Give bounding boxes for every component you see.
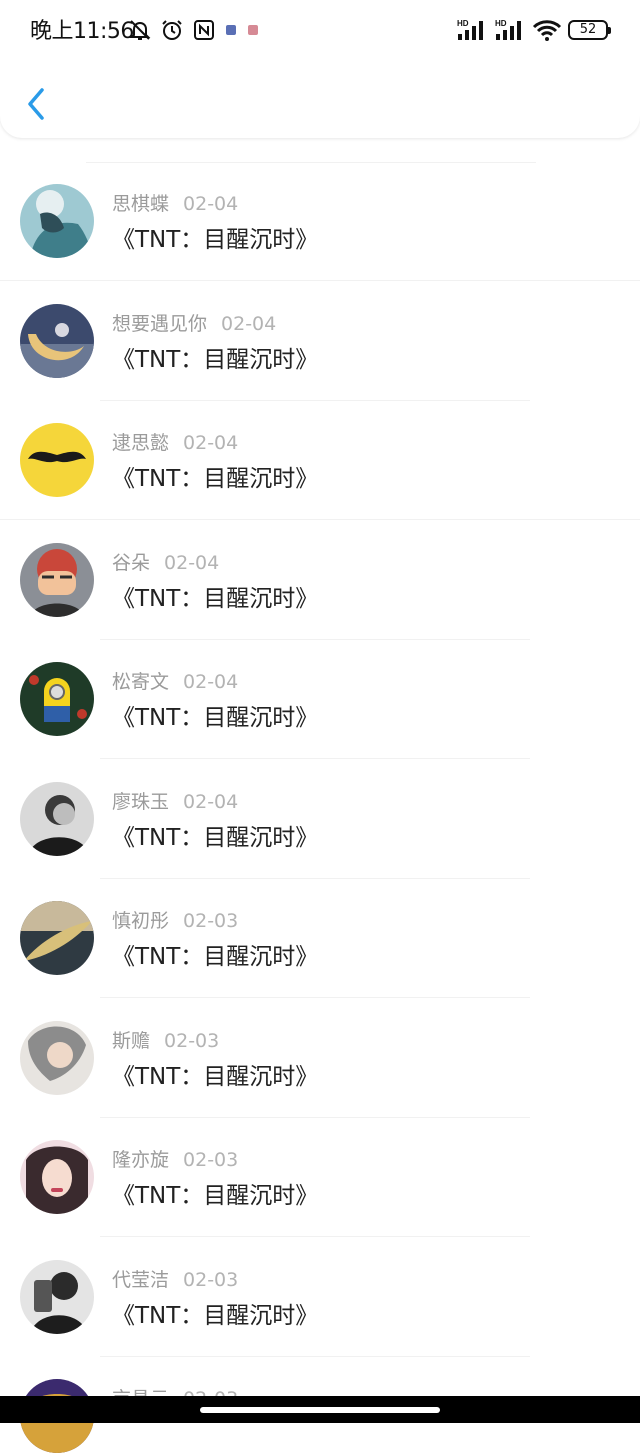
avatar[interactable]: [20, 543, 94, 617]
list-item[interactable]: 亩昌云02-03: [0, 1333, 640, 1453]
user-name[interactable]: 思棋蝶: [112, 193, 169, 215]
nfc-icon: [194, 20, 214, 40]
user-name[interactable]: 隆亦旋: [112, 1149, 169, 1171]
comment-text: 《TNT：目醒沉时》: [112, 825, 319, 851]
home-indicator[interactable]: [200, 1407, 440, 1413]
comment-date: 02-04: [221, 313, 277, 335]
comment-text: 《TNT：目醒沉时》: [112, 1303, 319, 1329]
avatar[interactable]: [20, 782, 94, 856]
status-right-icons: HD HD 52: [456, 18, 611, 42]
list-item[interactable]: 谷朵 02-04 《TNT：目醒沉时》: [0, 497, 640, 640]
user-name[interactable]: 逮思懿: [112, 432, 169, 454]
user-name[interactable]: 斯赡: [112, 1030, 150, 1052]
user-name[interactable]: 想要遇见你: [112, 313, 207, 335]
comment-meta: 代莹洁 02-03: [112, 1266, 238, 1294]
comment-text: 《TNT：目醒沉时》: [112, 347, 319, 373]
list-item[interactable]: 慎初彤 02-03 《TNT：目醒沉时》: [0, 855, 640, 998]
comment-text: 《TNT：目醒沉时》: [112, 705, 319, 731]
list-item[interactable]: 思棋蝶 02-04 《TNT：目醒沉时》: [0, 138, 640, 281]
comment-meta: 隆亦旋 02-03: [112, 1146, 238, 1174]
list-item[interactable]: 松寄文 02-04 《TNT：目醒沉时》: [0, 616, 640, 759]
comment-date: 02-04: [183, 671, 239, 693]
status-bar: 晚上11:56 HD HD 52: [0, 0, 640, 64]
comment-date: 02-03: [164, 1030, 220, 1052]
comment-meta: 逮思懿 02-04: [112, 429, 238, 457]
comment-meta: 谷朵 02-04: [112, 549, 219, 577]
user-name[interactable]: 谷朵: [112, 552, 150, 574]
avatar-image: [20, 304, 94, 378]
list-item[interactable]: 想要遇见你 02-04 《TNT：目醒沉时》: [0, 258, 640, 401]
avatar-image: [20, 782, 94, 856]
list-item[interactable]: 斯赡 02-03 《TNT：目醒沉时》: [0, 975, 640, 1118]
avatar-image: [20, 543, 94, 617]
avatar[interactable]: [20, 1260, 94, 1334]
mute-bell-icon: [129, 20, 151, 40]
comment-meta: 廖珠玉 02-04: [112, 788, 238, 816]
user-name[interactable]: 慎初彤: [112, 910, 169, 932]
navigation-bar: [0, 1396, 640, 1423]
avatar[interactable]: [20, 901, 94, 975]
avatar-image: [20, 1260, 94, 1334]
status-left-icons: [128, 18, 260, 42]
comment-meta: 松寄文 02-04: [112, 668, 238, 696]
back-button[interactable]: [18, 84, 54, 124]
avatar[interactable]: [20, 662, 94, 736]
chevron-left-icon: [28, 88, 44, 120]
comment-text: 《TNT：目醒沉时》: [112, 586, 319, 612]
alarm-clock-icon: [162, 20, 182, 40]
avatar[interactable]: [20, 1021, 94, 1095]
mustache-avatar-image: [20, 423, 94, 497]
app-notification-icon: [226, 25, 236, 35]
comment-text: 《TNT：目醒沉时》: [112, 227, 319, 253]
comment-date: 02-04: [183, 432, 239, 454]
avatar[interactable]: [20, 1140, 94, 1214]
comment-meta: 斯赡 02-03: [112, 1027, 219, 1055]
signal-hd-icon: HD: [495, 19, 521, 40]
comment-text: 《TNT：目醒沉时》: [112, 1064, 319, 1090]
user-name[interactable]: 代莹洁: [112, 1269, 169, 1291]
list-item[interactable]: 逮思懿 02-04 《TNT：目醒沉时》: [0, 377, 640, 520]
avatar[interactable]: [20, 184, 94, 258]
list-item[interactable]: 廖珠玉 02-04 《TNT：目醒沉时》: [0, 736, 640, 879]
user-name[interactable]: 松寄文: [112, 671, 169, 693]
comment-date: 02-03: [183, 1269, 239, 1291]
comment-text: 《TNT：目醒沉时》: [112, 1183, 319, 1209]
avatar-image: [20, 1140, 94, 1214]
comment-text: 《TNT：目醒沉时》: [112, 944, 319, 970]
app-notification-icon: [248, 25, 258, 35]
comment-meta: 想要遇见你 02-04: [112, 310, 276, 338]
hd-label: HD: [495, 19, 507, 28]
avatar-image: [20, 184, 94, 258]
app-header: 晚上11:56 HD HD 52: [0, 0, 640, 138]
hd-label: HD: [457, 19, 469, 28]
comment-meta: 慎初彤 02-03: [112, 907, 238, 935]
battery-indicator: 52: [568, 20, 611, 40]
avatar[interactable]: [20, 423, 94, 497]
comment-meta: 思棋蝶 02-04: [112, 190, 238, 218]
list-item[interactable]: 隆亦旋 02-03 《TNT：目醒沉时》: [0, 1094, 640, 1237]
signal-hd-icon: HD: [457, 19, 483, 40]
comment-date: 02-04: [183, 791, 239, 813]
comment-date: 02-03: [183, 1149, 239, 1171]
comment-date: 02-04: [164, 552, 220, 574]
wifi-icon: [532, 20, 562, 41]
avatar[interactable]: [20, 304, 94, 378]
minion-avatar-image: [20, 662, 94, 736]
avatar-image: [20, 1021, 94, 1095]
comment-text: 《TNT：目醒沉时》: [112, 466, 319, 492]
avatar-image: [20, 901, 94, 975]
user-name[interactable]: 廖珠玉: [112, 791, 169, 813]
comment-date: 02-03: [183, 910, 239, 932]
status-time: 晚上11:56: [30, 19, 134, 44]
comment-date: 02-04: [183, 193, 239, 215]
list-item[interactable]: 代莹洁 02-03 《TNT：目醒沉时》: [0, 1214, 640, 1357]
